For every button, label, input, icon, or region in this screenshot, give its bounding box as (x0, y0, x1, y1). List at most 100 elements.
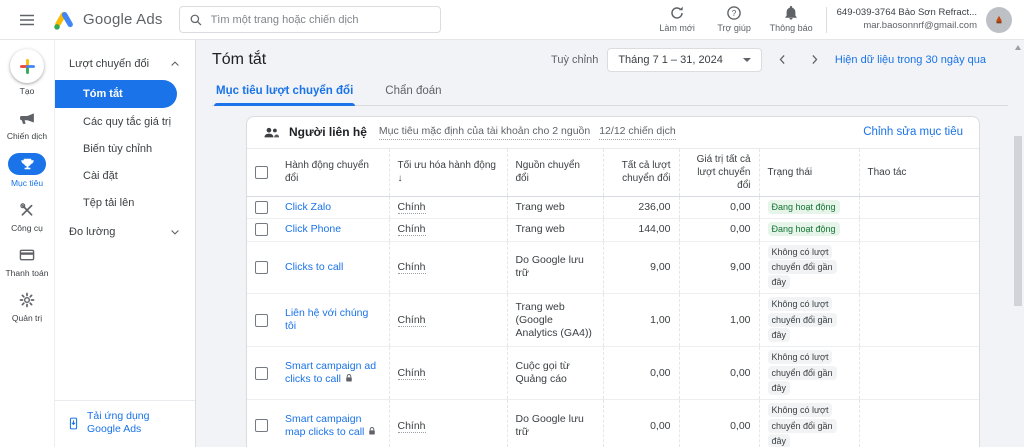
menu-icon[interactable] (14, 7, 40, 33)
conversion-value-cell: 0,00 (678, 196, 759, 220)
rail-item-admin[interactable]: Quản trị (0, 290, 54, 324)
search-box[interactable] (178, 6, 441, 33)
help-button[interactable]: ? Trợ giúp (706, 5, 763, 35)
optimization-value[interactable]: Chính (397, 201, 426, 215)
conversion-action-link[interactable]: Click Phone (285, 223, 341, 235)
status-badge: Không có lượt chuyển đổi gần đây (767, 297, 837, 343)
card-header: Người liên hệ Mục tiêu mặc định của tài … (247, 117, 979, 149)
row-actions-cell (858, 241, 979, 295)
sidebar-item-4[interactable]: Tệp tải lên (55, 189, 195, 216)
campaigns-link[interactable]: 12/12 chiến dịch (599, 125, 676, 141)
optimization-value[interactable]: Chính (397, 260, 426, 274)
conversion-action-link[interactable]: Click Zalo (285, 201, 331, 213)
download-app-label: Tải ứng dụng Google Ads (87, 409, 150, 436)
sidebar-section-conversions[interactable]: Lượt chuyển đổi (55, 48, 195, 80)
refresh-label: Làm mới (659, 22, 695, 33)
conversion-goal-card-contacts: Người liên hệ Mục tiêu mặc định của tài … (246, 115, 980, 447)
sidebar-section-measurement[interactable]: Đo lường (55, 216, 195, 248)
optimization-value[interactable]: Chính (397, 313, 426, 327)
tools-icon (19, 200, 35, 220)
checkbox[interactable] (255, 313, 268, 327)
nav-rail: Tạo Chiến dịch Mục tiêu Công cụ Thanh toán Qu… (0, 40, 55, 447)
conversion-actions-table: Hành động chuyển đổi Tối ưu hóa hành động… (247, 148, 979, 447)
checkbox[interactable] (255, 260, 268, 274)
checkbox[interactable] (255, 366, 268, 380)
google-ads-logo[interactable]: Google Ads (52, 8, 163, 32)
source-cell: Do Google lưu trữ (506, 399, 603, 447)
prev-period-button[interactable] (771, 51, 794, 68)
scrollbar[interactable] (1012, 40, 1024, 447)
status-cell: Không có lượt chuyển đổi gần đây (758, 399, 859, 447)
lock-icon (367, 426, 377, 436)
search-icon (189, 13, 203, 27)
column-header-source[interactable]: Nguồn chuyển đổi (506, 148, 603, 197)
rail-item-create[interactable]: Tạo (0, 49, 54, 97)
sidebar-item-2[interactable]: Biến tùy chỉnh (55, 135, 195, 162)
rail-item-label: Công cụ (11, 223, 43, 234)
download-app-link[interactable]: Tải ứng dụng Google Ads (55, 399, 195, 447)
rail-item-tools[interactable]: Công cụ (0, 200, 54, 234)
tab-1[interactable]: Chẩn đoán (383, 77, 443, 105)
all-conversions-cell: 0,00 (602, 399, 679, 447)
rail-item-label: Mục tiêu (10, 178, 44, 189)
date-range-picker[interactable]: Tháng 7 1 – 31, 2024 (607, 47, 762, 73)
chevron-down-icon (169, 226, 181, 238)
card-title: Người liên hệ (289, 124, 367, 139)
column-header-actions[interactable]: Thao tác (858, 148, 979, 197)
account-info[interactable]: 649-039-3764 Bảo Sơn Refract... mar.baos… (837, 7, 977, 32)
sidebar-item-0[interactable]: Tóm tắt (55, 80, 177, 109)
conversion-action-link[interactable]: Smart campaign map clicks to call (285, 413, 364, 438)
avatar[interactable] (986, 6, 1012, 33)
lock-icon (344, 373, 354, 383)
brand-text: Google Ads (83, 10, 163, 28)
conversion-action-link[interactable]: Liên hệ với chúng tôi (285, 307, 368, 332)
column-header-all_conversions[interactable]: Tất cả lượt chuyển đổi (602, 148, 679, 197)
optimization-value[interactable]: Chính (397, 419, 426, 433)
checkbox[interactable] (255, 223, 268, 237)
row-actions-cell (858, 218, 979, 242)
conversion-value-cell: 9,00 (678, 241, 759, 295)
next-period-button[interactable] (803, 51, 826, 68)
checkbox[interactable] (255, 165, 268, 179)
conversion-value-cell: 0,00 (678, 399, 759, 447)
show-data-link[interactable]: Hiện dữ liệu trong 30 ngày qua (835, 53, 986, 67)
column-header-value[interactable]: Giá trị tất cả lượt chuyển đổi (678, 148, 759, 197)
column-header-status[interactable]: Trạng thái (758, 148, 859, 197)
default-goal-link[interactable]: Mục tiêu mặc định của tài khoản cho 2 ng… (378, 125, 591, 141)
checkbox[interactable] (255, 419, 268, 433)
rail-item-billing[interactable]: Thanh toán (0, 245, 54, 279)
page-title: Tóm tắt (212, 50, 267, 68)
conversion-value-cell: 0,00 (678, 218, 759, 242)
notifications-button[interactable]: Thông báo (763, 5, 820, 35)
column-header-optimization[interactable]: Tối ưu hóa hành động ↓ (388, 148, 507, 197)
tab-0[interactable]: Mục tiêu lượt chuyển đổi (214, 77, 356, 106)
scrollbar-thumb[interactable] (1014, 136, 1022, 306)
conversion-action-link[interactable]: Clicks to call (285, 261, 343, 273)
checkbox[interactable] (255, 200, 268, 214)
source-cell: Trang web (506, 196, 603, 220)
optimization-value[interactable]: Chính (397, 223, 426, 237)
billing-icon (19, 245, 35, 265)
sidebar-item-1[interactable]: Các quy tắc giá trị (55, 108, 195, 135)
column-header-action[interactable]: Hành động chuyển đổi (277, 148, 389, 197)
rail-item-label: Thanh toán (5, 268, 49, 279)
rail-item-campaigns[interactable]: Chiến dịch (0, 108, 54, 142)
rail-item-goals[interactable]: Mục tiêu (0, 153, 54, 189)
optimization-value[interactable]: Chính (397, 366, 426, 380)
refresh-button[interactable]: Làm mới (649, 5, 706, 35)
status-cell: Đang hoạt động (758, 218, 859, 242)
conversion-action-link[interactable]: Smart campaign ad clicks to call (285, 360, 376, 385)
scroll-up-arrow-icon[interactable] (1015, 45, 1021, 50)
notifications-label: Thông báo (769, 22, 813, 33)
edit-goal-link[interactable]: Chỉnh sửa mục tiêu (863, 125, 963, 140)
search-input[interactable] (210, 13, 431, 26)
row-checkbox-cell (247, 399, 277, 447)
topbar: Google Ads Làm mới ? Trợ giúp Thông báo 649… (0, 0, 1024, 40)
refresh-icon (669, 5, 685, 21)
optimization-cell: Chính (388, 346, 507, 401)
optimization-cell: Chính (388, 241, 507, 295)
action-cell: Clicks to call (277, 241, 389, 295)
conversion-value-cell: 0,00 (678, 346, 759, 401)
sidebar-item-3[interactable]: Cài đặt (55, 162, 195, 189)
optimization-cell: Chính (388, 293, 507, 348)
